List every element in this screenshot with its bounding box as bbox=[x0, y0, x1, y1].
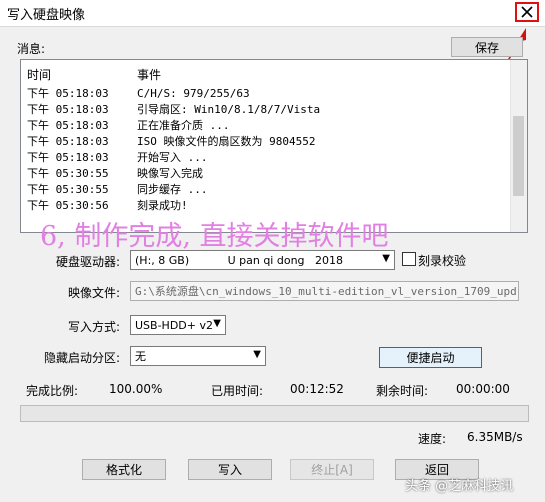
watermark: 头条 @芝麻科技讯 bbox=[405, 479, 514, 494]
image-file-label: 映像文件: bbox=[68, 286, 121, 300]
chevron-down-icon: ▼ bbox=[213, 318, 221, 329]
column-header-event: 事件 bbox=[137, 68, 162, 82]
table-row: 下午 05:18:03 引导扇区: Win10/8.1/8/7/Vista bbox=[27, 103, 321, 116]
elapsed-label: 已用时间: bbox=[211, 384, 264, 398]
table-row: 下午 05:30:55 映像写入完成 bbox=[27, 167, 203, 180]
save-button[interactable]: 保存 bbox=[451, 37, 523, 57]
chevron-down-icon: ▼ bbox=[382, 253, 390, 264]
hidden-partition-value: 无 bbox=[135, 350, 146, 363]
table-row: 下午 05:18:03 正在准备介质 ... bbox=[27, 119, 230, 132]
speed-label: 速度: bbox=[418, 432, 447, 446]
table-row: 下午 05:30:55 同步缓存 ... bbox=[27, 183, 208, 196]
write-mode-value: USB-HDD+ v2 bbox=[135, 318, 213, 332]
remaining-value: 00:00:00 bbox=[456, 382, 510, 396]
write-mode-label: 写入方式: bbox=[68, 320, 121, 334]
annotation-text: 6, 制作完成, 直接关掉软件吧 bbox=[40, 221, 389, 252]
ratio-label: 完成比例: bbox=[26, 384, 79, 398]
image-file-field[interactable]: G:\系统源盘\cn_windows_10_multi-edition_vl_v… bbox=[130, 281, 519, 301]
write-mode-select[interactable]: USB-HDD+ v2 ▼ bbox=[130, 315, 226, 335]
message-log[interactable]: 时间 事件 下午 05:18:03 C/H/S: 979/255/63 下午 05… bbox=[20, 59, 528, 233]
drive-label: 硬盘驱动器: bbox=[56, 255, 121, 269]
messages-label: 消息: bbox=[17, 42, 46, 56]
write-button[interactable]: 写入 bbox=[188, 459, 272, 480]
elapsed-value: 00:12:52 bbox=[290, 382, 344, 396]
scrollbar-thumb[interactable] bbox=[513, 116, 524, 196]
table-row: 下午 05:30:56 刻录成功! bbox=[27, 199, 188, 212]
verify-checkbox[interactable] bbox=[402, 252, 416, 266]
hidden-partition-label: 隐藏启动分区: bbox=[44, 351, 121, 365]
verify-label: 刻录校验 bbox=[418, 254, 467, 268]
drive-select[interactable]: (H:, 8 GB) U pan qi dong 2018 ▼ bbox=[130, 250, 395, 270]
drive-select-value: (H:, 8 GB) U pan qi dong 2018 bbox=[135, 253, 344, 267]
remaining-label: 剩余时间: bbox=[376, 384, 429, 398]
chevron-down-icon: ▼ bbox=[253, 349, 261, 360]
column-header-time: 时间 bbox=[27, 68, 52, 82]
table-row: 下午 05:18:03 开始写入 ... bbox=[27, 151, 208, 164]
stop-button[interactable]: 终止[A] bbox=[290, 459, 374, 480]
table-row: 下午 05:18:03 ISO 映像文件的扇区数为 9804552 bbox=[27, 135, 316, 148]
log-scrollbar[interactable] bbox=[510, 60, 527, 232]
progress-bar bbox=[20, 405, 529, 422]
format-button[interactable]: 格式化 bbox=[82, 459, 166, 480]
hidden-partition-select[interactable]: 无 ▼ bbox=[130, 346, 266, 366]
ratio-value: 100.00% bbox=[109, 382, 163, 396]
quick-start-button[interactable]: 便捷启动 bbox=[379, 347, 482, 368]
speed-value: 6.35MB/s bbox=[467, 430, 523, 444]
table-row: 下午 05:18:03 C/H/S: 979/255/63 bbox=[27, 87, 250, 100]
